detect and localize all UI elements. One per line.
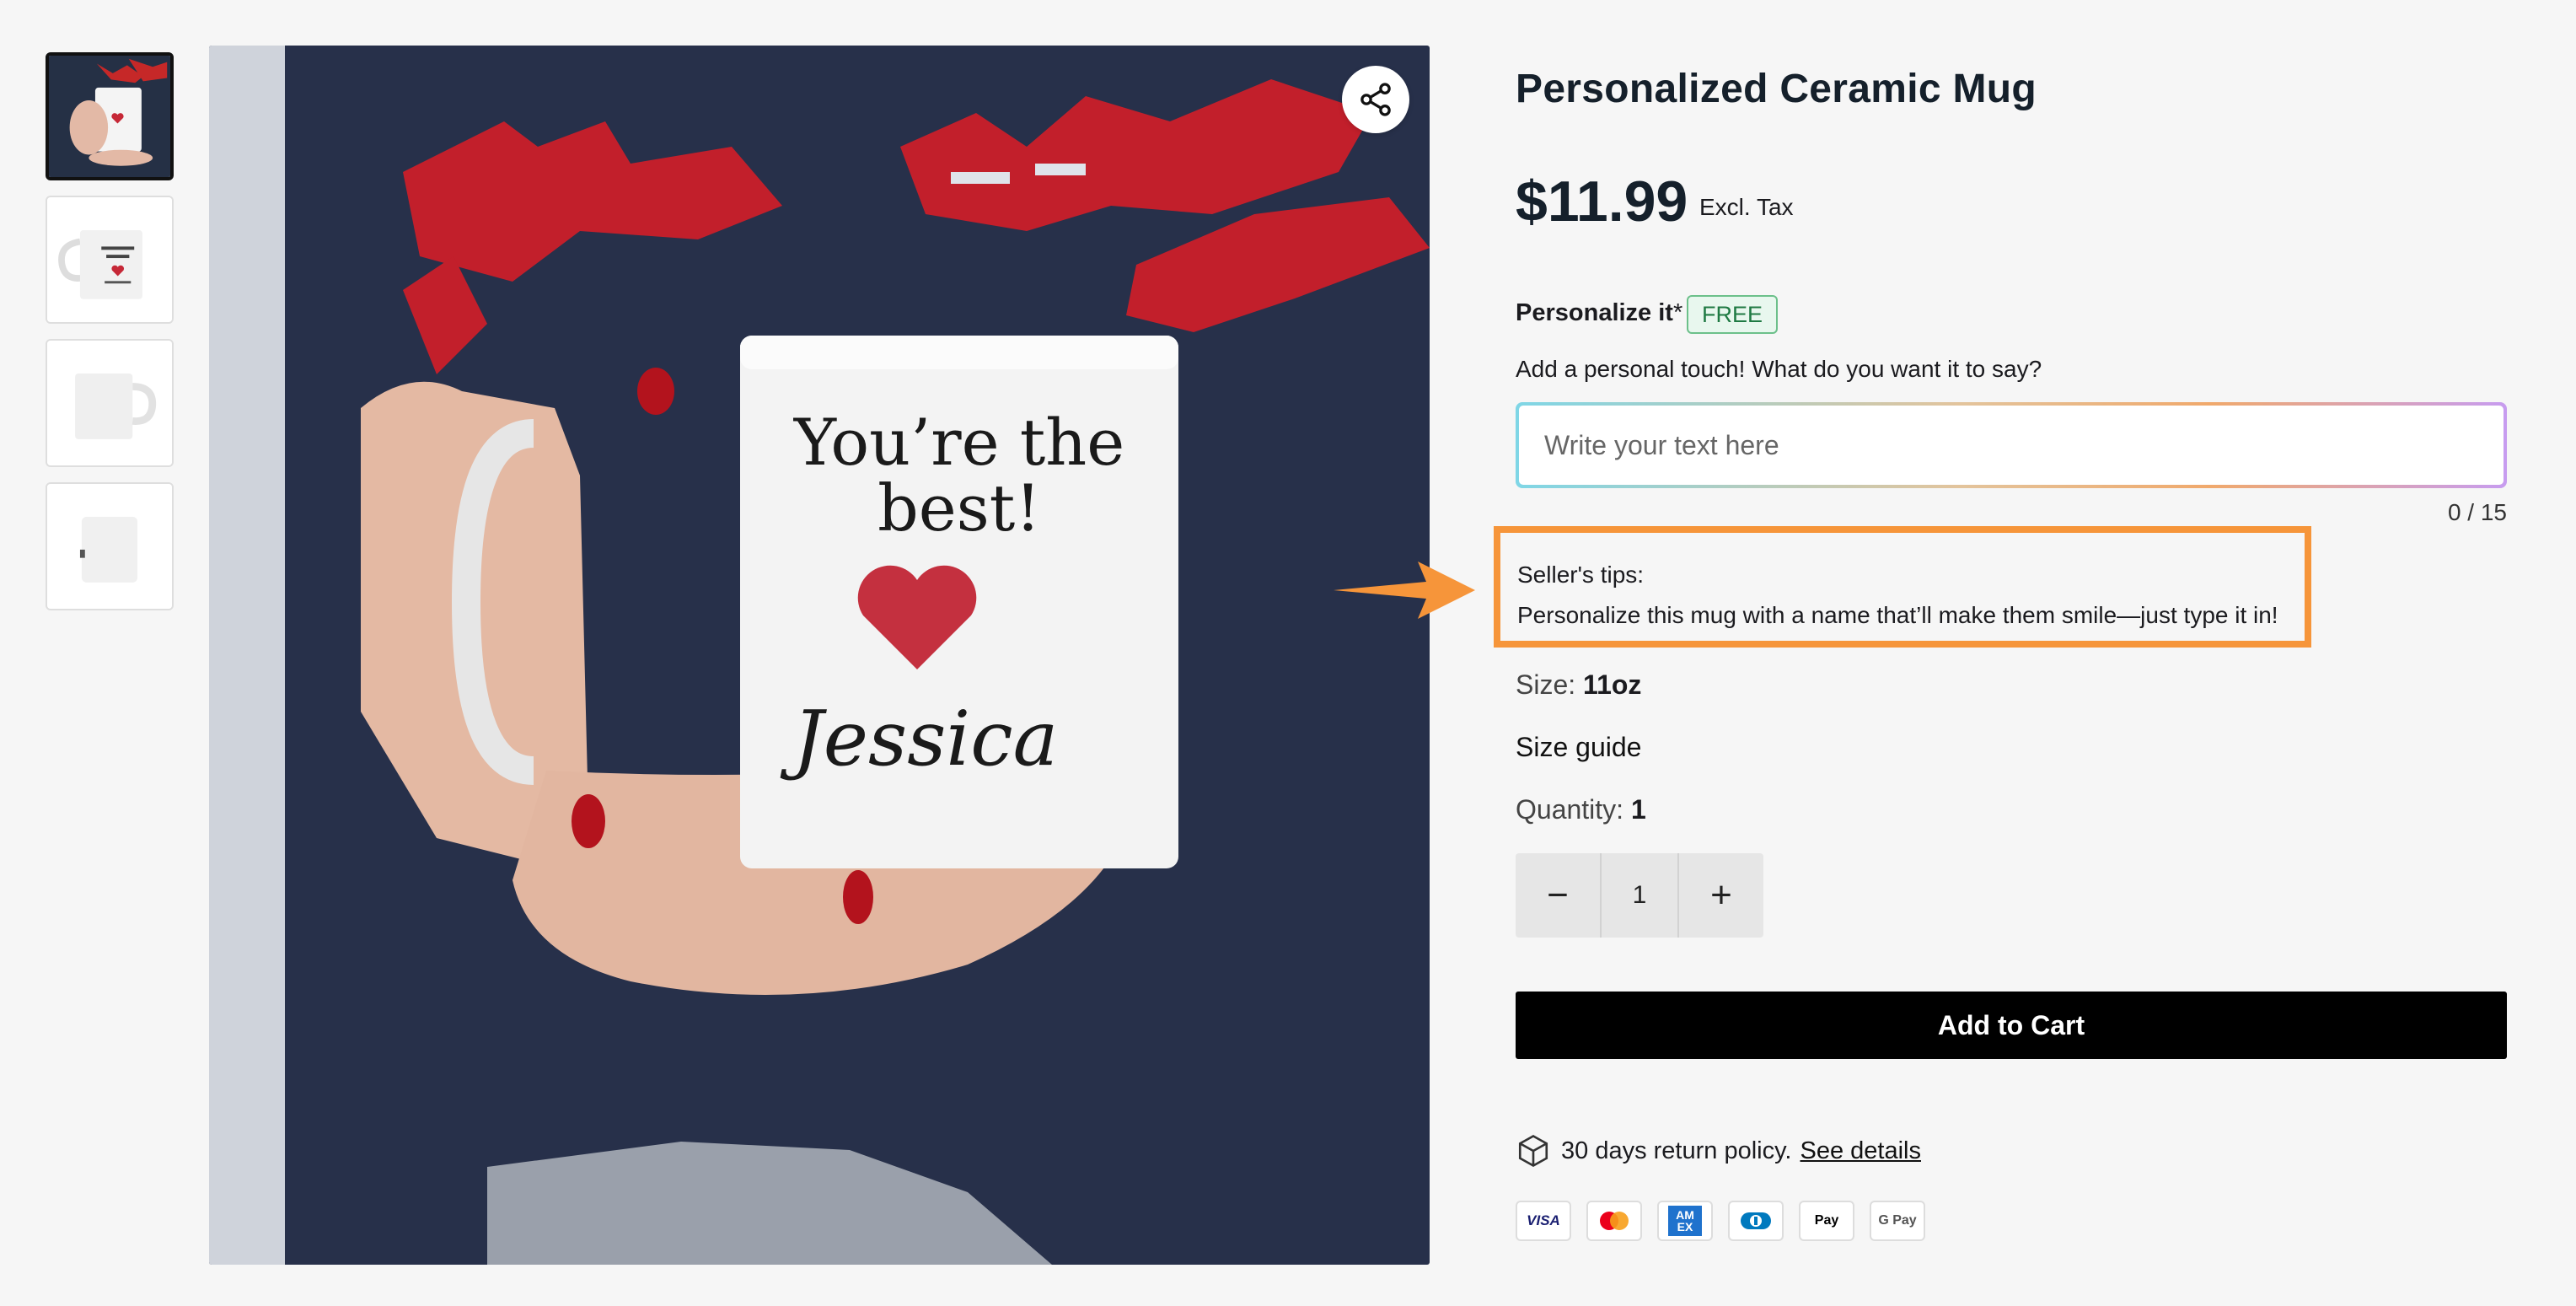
thumbnail-4[interactable]: [46, 482, 174, 610]
mug-print-line2: best!: [877, 470, 1041, 546]
see-details-link[interactable]: See details: [1801, 1137, 1922, 1165]
thumbnail-list: [46, 52, 174, 626]
share-icon: [1360, 83, 1391, 116]
payment-methods: VISA AM EX Pay G Pay: [1516, 1201, 1925, 1241]
increase-quantity-button[interactable]: +: [1679, 853, 1763, 938]
thumbnail-2[interactable]: [46, 196, 174, 324]
return-policy-text: 30 days return policy.: [1561, 1137, 1792, 1164]
mug-print-name: Jessica: [792, 695, 1059, 783]
personalize-input-wrapper: [1516, 402, 2507, 488]
character-counter: 0 / 15: [2447, 499, 2507, 525]
mug-print-line1: You’re the: [793, 405, 1125, 480]
product-price: $11.99: [1516, 169, 1688, 234]
tax-note: Excl. Tax: [1699, 194, 1794, 220]
quantity-label: Quantity: 1: [1516, 794, 1646, 825]
seller-tips-text: Personalize this mug with a name that’ll…: [1517, 602, 2278, 628]
seller-tips-heading: Seller's tips:: [1517, 562, 1645, 588]
personalize-label: Personalize it*: [1516, 299, 1683, 326]
mastercard-icon: [1586, 1201, 1642, 1241]
add-to-cart-button[interactable]: Add to Cart: [1516, 992, 2507, 1059]
product-title: Personalized Ceramic Mug: [1516, 67, 2037, 111]
visa-icon: VISA: [1516, 1201, 1571, 1241]
size-guide-link[interactable]: Size guide: [1516, 732, 1641, 763]
box-icon: [1518, 1134, 1548, 1168]
share-button[interactable]: [1342, 66, 1409, 133]
apple-pay-icon: Pay: [1799, 1201, 1854, 1241]
quantity-stepper: − 1 +: [1516, 853, 1763, 938]
google-pay-icon: G Pay: [1870, 1201, 1925, 1241]
free-badge: FREE: [1687, 295, 1779, 334]
personalize-input[interactable]: [1519, 406, 2504, 485]
arrow-annotation-icon: [1334, 562, 1475, 619]
size-selection: Size: 11oz: [1516, 669, 1642, 700]
return-policy: 30 days return policy. See details: [1516, 1133, 1921, 1169]
quantity-value: 1: [1630, 794, 1646, 825]
decrease-quantity-button[interactable]: −: [1516, 853, 1600, 938]
mug-photo: [209, 46, 1430, 1265]
amex-icon: AM EX: [1657, 1201, 1713, 1241]
required-mark: *: [1672, 299, 1683, 326]
size-value: 11oz: [1583, 669, 1642, 700]
product-hero-image: You’re the best! Jessica: [209, 46, 1430, 1265]
quantity-stepper-value[interactable]: 1: [1600, 853, 1679, 938]
diners-icon: [1728, 1201, 1784, 1241]
thumbnail-1[interactable]: [46, 52, 174, 180]
personalize-help: Add a personal touch! What do you want i…: [1516, 356, 2042, 382]
thumbnail-3[interactable]: [46, 339, 174, 467]
seller-tips-box: Seller's tips: Personalize this mug with…: [1494, 526, 2311, 648]
